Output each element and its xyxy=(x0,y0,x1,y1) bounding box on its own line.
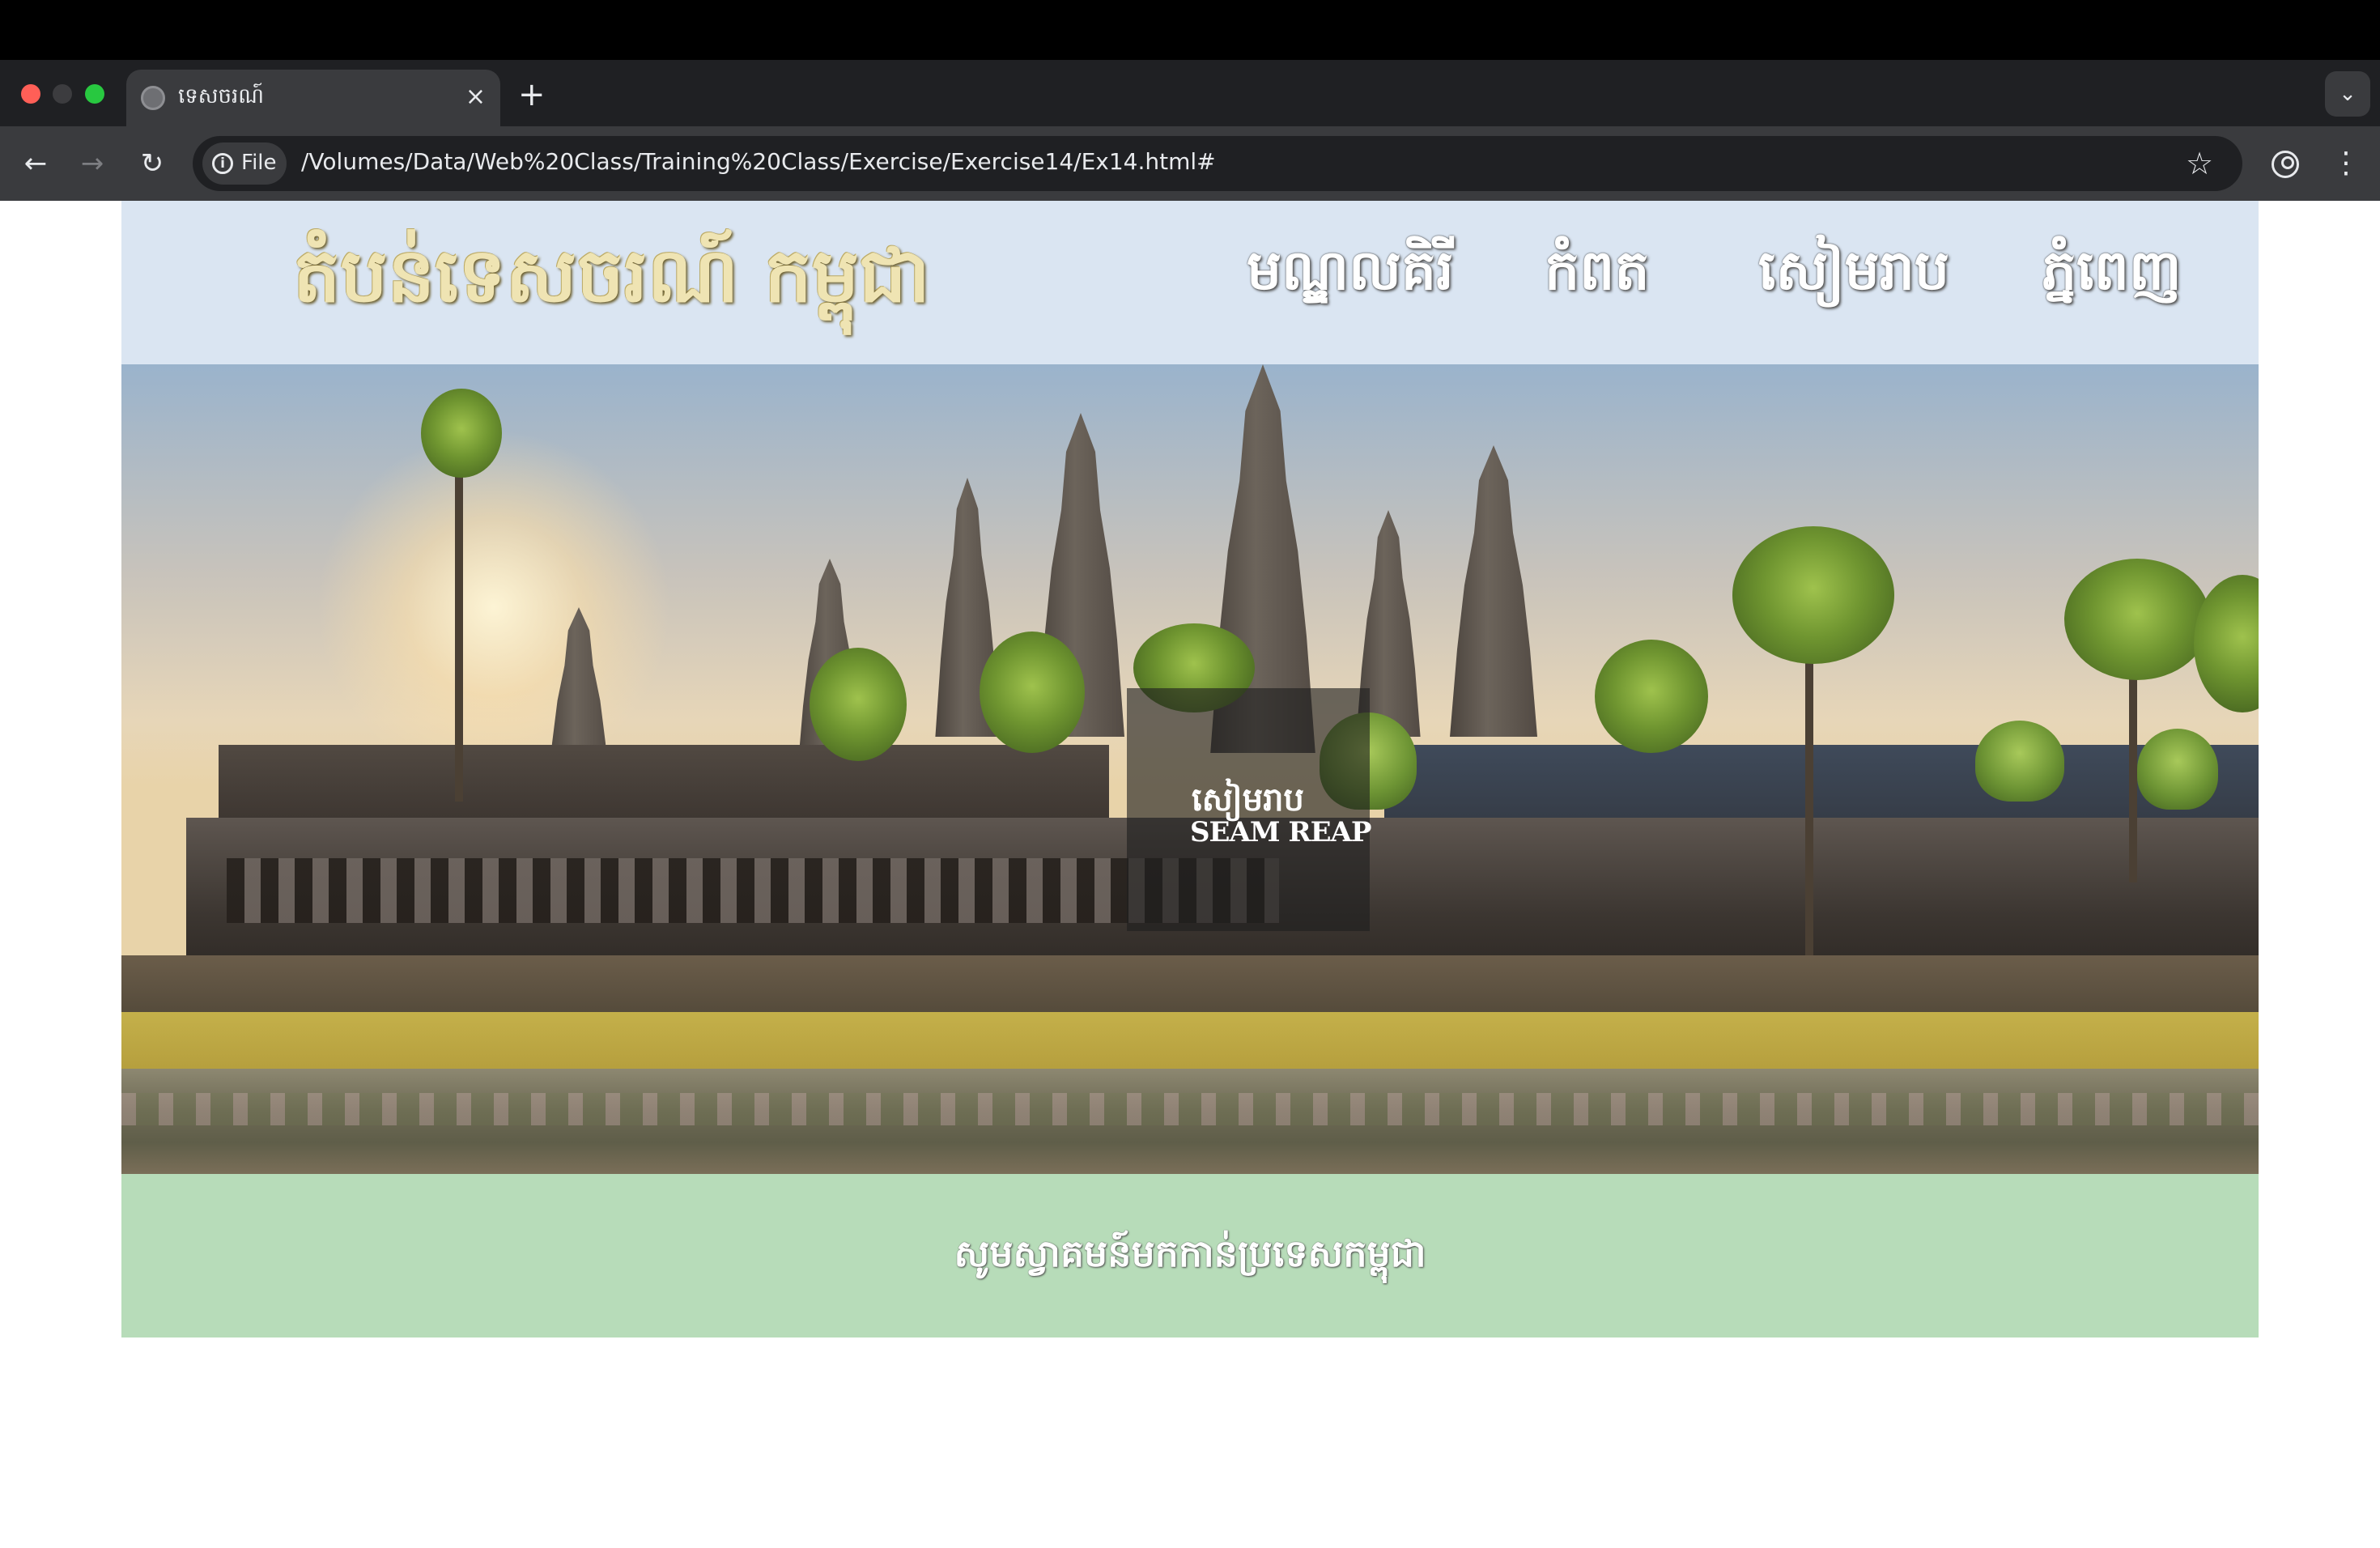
new-tab-button[interactable]: + xyxy=(518,74,546,115)
site-logo[interactable]: តំបន់ទេសចរណ៍ កម្ពុជា xyxy=(293,228,930,338)
more-menu-icon[interactable]: ⋮ xyxy=(2331,144,2361,183)
temple-colonnade xyxy=(227,858,1279,923)
forward-button[interactable]: → xyxy=(73,144,112,183)
menu-bar-backdrop xyxy=(0,0,2380,60)
palm-crown xyxy=(1732,526,1894,664)
web-page: តំបន់ទេសចរណ៍ កម្ពុជា មណ្ឌលគិរី កំពត សៀមរ… xyxy=(121,201,2259,1337)
close-icon[interactable]: × xyxy=(465,81,486,113)
lily-pads xyxy=(121,1093,2259,1125)
nav-link-mondulkiri[interactable]: មណ្ឌលគិរី xyxy=(1247,236,1454,317)
reload-button[interactable]: ↻ xyxy=(133,144,172,183)
hero-sun-glow xyxy=(316,429,672,785)
temple-tower xyxy=(1450,445,1537,737)
hero-image-angkor-wat: សៀមរាប SEAM REAP xyxy=(121,364,2259,1174)
site-footer: សូមស្វាគមន៍មកកាន់ប្រទេសកម្ពុជា xyxy=(121,1174,2259,1337)
caption-english: SEAM REAP xyxy=(1190,816,1371,848)
lawn xyxy=(121,1012,2259,1077)
window-close-button[interactable] xyxy=(21,84,40,104)
footer-welcome-text: សូមស្វាគមន៍មកកាន់ប្រទេសកម្ពុជា xyxy=(954,1231,1426,1275)
browser-tab[interactable]: ទេសចរណ៍ × xyxy=(126,70,500,126)
palm-trunk xyxy=(455,445,463,802)
palm-crown xyxy=(421,389,502,478)
tab-search-button[interactable]: ⌄ xyxy=(2325,71,2370,117)
palm-crown xyxy=(2064,559,2210,680)
bookmark-star-icon[interactable]: ☆ xyxy=(2186,144,2213,183)
nav-link-kampot[interactable]: កំពត xyxy=(1545,236,1650,317)
nav-link-phnom-penh[interactable]: ភ្នំពេញ xyxy=(2042,236,2182,317)
bush xyxy=(1975,721,2064,802)
back-button[interactable]: ← xyxy=(16,144,55,183)
profile-icon[interactable] xyxy=(2272,151,2299,178)
bush xyxy=(2137,729,2218,810)
window-zoom-button[interactable] xyxy=(85,84,104,104)
tab-title: ទេសចរណ៍ xyxy=(178,84,265,108)
site-header: តំបន់ទេសចរណ៍ កម្ពុជា មណ្ឌលគិរី កំពត សៀមរ… xyxy=(121,201,2259,364)
info-icon: i xyxy=(212,153,233,174)
window-minimize-button[interactable] xyxy=(53,84,72,104)
url-text[interactable]: /Volumes/Data/Web%20Class/Training%20Cla… xyxy=(301,148,1216,175)
nav-link-siem-reap[interactable]: សៀមរាប xyxy=(1758,236,1949,317)
hero-caption-box[interactable]: សៀមរាប SEAM REAP xyxy=(1127,688,1371,931)
site-info-label: File xyxy=(241,151,277,175)
palm-crown xyxy=(1595,640,1708,753)
palm-crown xyxy=(980,632,1085,753)
palm-crown xyxy=(810,648,907,761)
globe-icon xyxy=(141,86,165,110)
